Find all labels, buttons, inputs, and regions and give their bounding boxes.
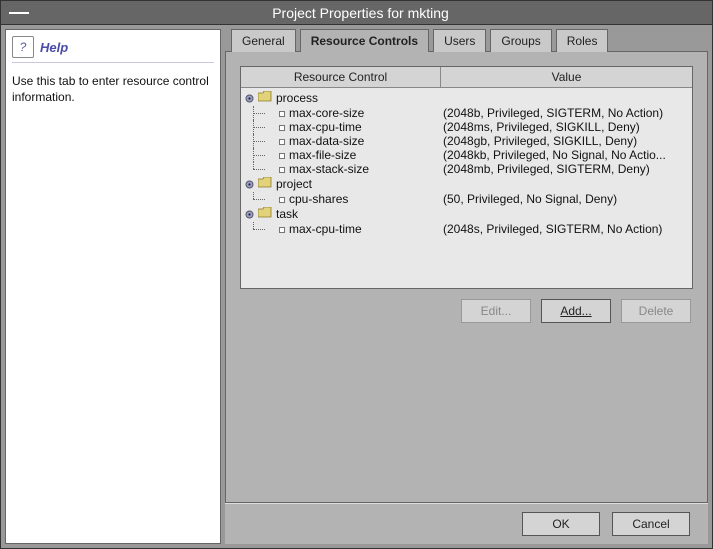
help-panel: ? Help Use this tab to enter resource co…: [5, 29, 221, 544]
delete-button[interactable]: Delete: [621, 299, 691, 323]
tree-connector: [245, 148, 279, 162]
window-title: Project Properties for mkting: [37, 5, 712, 21]
window: Project Properties for mkting ? Help Use…: [0, 0, 713, 549]
leaf-value: (50, Privileged, No Signal, Deny): [443, 192, 688, 206]
tab-users[interactable]: Users: [433, 29, 486, 52]
tree-connector: [245, 120, 279, 134]
group-label: task: [276, 207, 298, 221]
edit-button[interactable]: Edit...: [461, 299, 531, 323]
leaf-name: max-core-size: [289, 106, 443, 120]
tree-group: processmax-core-size(2048b, Privileged, …: [245, 90, 688, 176]
tab-groups[interactable]: Groups: [490, 29, 551, 52]
tree-leaf-row[interactable]: max-core-size(2048b, Privileged, SIGTERM…: [245, 106, 688, 120]
leaf-name: cpu-shares: [289, 192, 443, 206]
leaf-value: (2048mb, Privileged, SIGTERM, Deny): [443, 162, 688, 176]
document-icon: [279, 192, 289, 206]
column-header-value[interactable]: Value: [441, 67, 692, 87]
tree-connector: [245, 162, 279, 176]
document-icon: [279, 162, 289, 176]
group-label: project: [276, 177, 312, 191]
folder-icon: [256, 207, 274, 221]
help-header: ? Help: [12, 36, 214, 63]
tree-button-row: Edit... Add... Delete: [240, 289, 693, 333]
tree-connector: [245, 222, 279, 236]
column-header-name[interactable]: Resource Control: [241, 67, 441, 87]
tree-group-row[interactable]: process: [245, 90, 688, 106]
help-icon[interactable]: ?: [12, 36, 34, 58]
document-icon: [279, 148, 289, 162]
ok-button[interactable]: OK: [522, 512, 600, 536]
tree-leaf-row[interactable]: max-stack-size(2048mb, Privileged, SIGTE…: [245, 162, 688, 176]
folder-icon: [256, 177, 274, 191]
tree-headers: Resource Control Value: [241, 67, 692, 88]
group-label: process: [276, 91, 318, 105]
document-icon: [279, 222, 289, 236]
tree-connector: [245, 134, 279, 148]
right-panel: General Resource Controls Users Groups R…: [225, 29, 708, 544]
leaf-name: max-cpu-time: [289, 120, 443, 134]
window-menu-icon[interactable]: [9, 12, 29, 14]
tree-leaf-row[interactable]: cpu-shares(50, Privileged, No Signal, De…: [245, 192, 688, 206]
tree-leaf-row[interactable]: max-data-size(2048gb, Privileged, SIGKIL…: [245, 134, 688, 148]
tab-panel: Resource Control Value processmax-core-s…: [225, 51, 708, 503]
tab-general[interactable]: General: [231, 29, 296, 52]
add-button[interactable]: Add...: [541, 299, 611, 323]
leaf-name: max-stack-size: [289, 162, 443, 176]
leaf-value: (2048ms, Privileged, SIGKILL, Deny): [443, 120, 688, 134]
chevron-down-icon[interactable]: [245, 210, 254, 219]
body: ? Help Use this tab to enter resource co…: [1, 25, 712, 548]
leaf-value: (2048b, Privileged, SIGTERM, No Action): [443, 106, 688, 120]
tab-resource-controls[interactable]: Resource Controls: [300, 29, 429, 52]
tree-group: projectcpu-shares(50, Privileged, No Sig…: [245, 176, 688, 206]
leaf-name: max-cpu-time: [289, 222, 443, 236]
tree-body: processmax-core-size(2048b, Privileged, …: [241, 88, 692, 288]
help-title: Help: [40, 40, 68, 55]
tree-group-row[interactable]: task: [245, 206, 688, 222]
chevron-down-icon[interactable]: [245, 180, 254, 189]
help-body: Use this tab to enter resource control i…: [12, 73, 214, 105]
tree-leaf-row[interactable]: max-file-size(2048kb, Privileged, No Sig…: [245, 148, 688, 162]
chevron-down-icon[interactable]: [245, 94, 254, 103]
document-icon: [279, 120, 289, 134]
dialog-footer: OK Cancel: [225, 503, 708, 544]
leaf-name: max-file-size: [289, 148, 443, 162]
resource-tree: Resource Control Value processmax-core-s…: [240, 66, 693, 289]
folder-icon: [256, 91, 274, 105]
tree-group: taskmax-cpu-time(2048s, Privileged, SIGT…: [245, 206, 688, 236]
tree-connector: [245, 106, 279, 120]
tree-leaf-row[interactable]: max-cpu-time(2048s, Privileged, SIGTERM,…: [245, 222, 688, 236]
leaf-value: (2048kb, Privileged, No Signal, No Actio…: [443, 148, 688, 162]
tree-connector: [245, 192, 279, 206]
titlebar[interactable]: Project Properties for mkting: [1, 1, 712, 25]
document-icon: [279, 134, 289, 148]
tree-group-row[interactable]: project: [245, 176, 688, 192]
document-icon: [279, 106, 289, 120]
tab-roles[interactable]: Roles: [556, 29, 609, 52]
tabstrip: General Resource Controls Users Groups R…: [225, 29, 708, 52]
cancel-button[interactable]: Cancel: [612, 512, 690, 536]
leaf-value: (2048s, Privileged, SIGTERM, No Action): [443, 222, 688, 236]
tree-leaf-row[interactable]: max-cpu-time(2048ms, Privileged, SIGKILL…: [245, 120, 688, 134]
leaf-value: (2048gb, Privileged, SIGKILL, Deny): [443, 134, 688, 148]
leaf-name: max-data-size: [289, 134, 443, 148]
